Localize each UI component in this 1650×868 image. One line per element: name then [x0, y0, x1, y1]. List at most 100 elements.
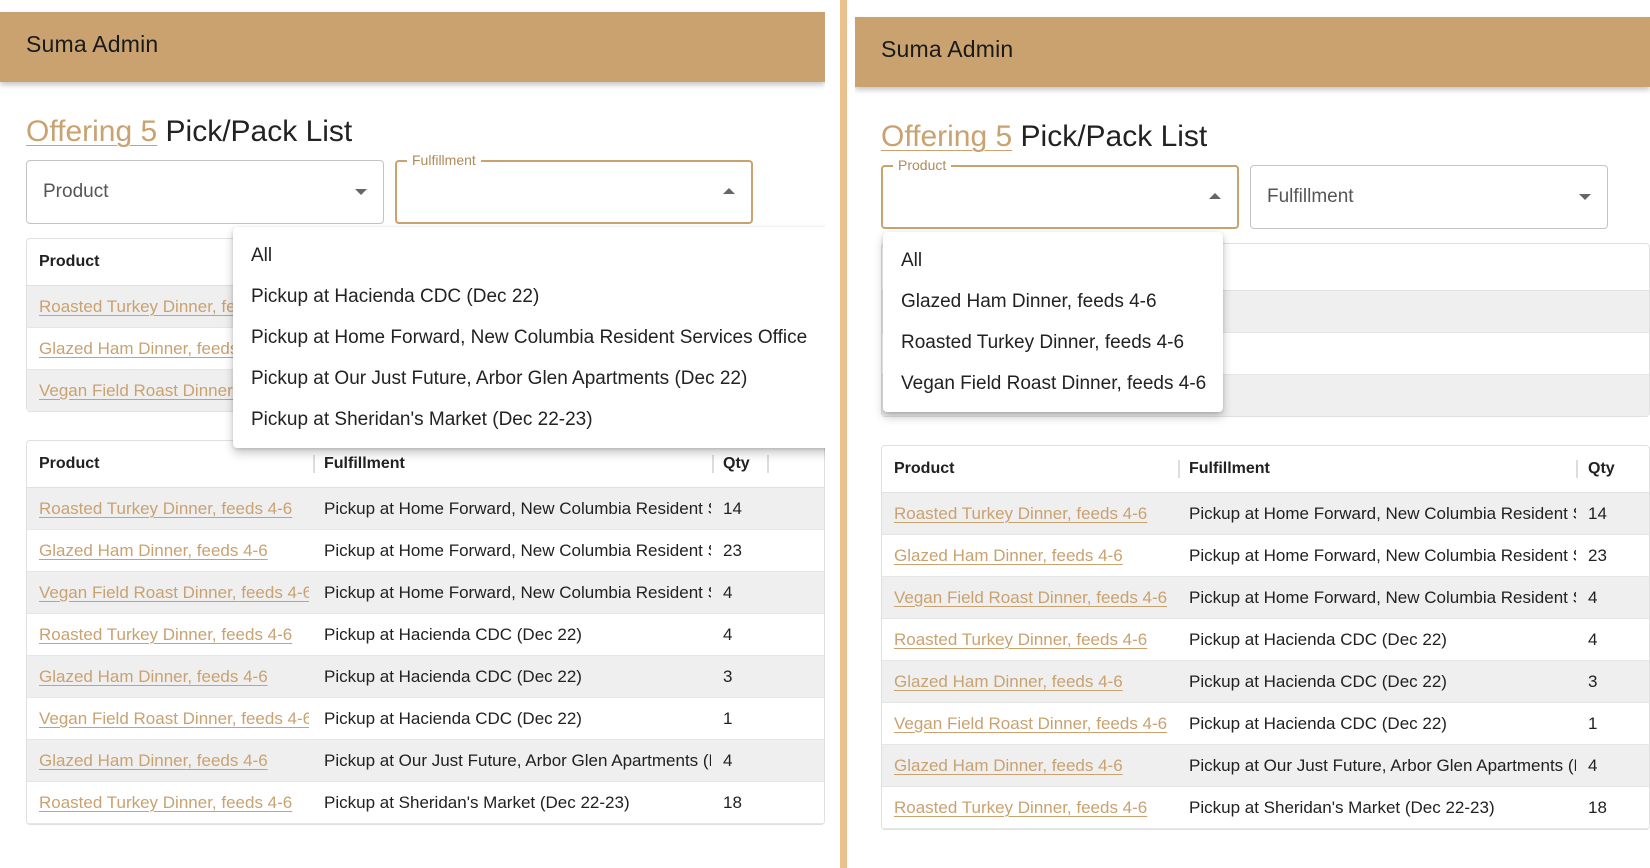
- column-header-qty[interactable]: Qty: [723, 455, 750, 473]
- chevron-up-icon: [723, 188, 735, 194]
- menu-item-glazed-ham[interactable]: Glazed Ham Dinner, feeds 4-6: [883, 281, 1223, 322]
- table-row[interactable]: Glazed Ham Dinner, feeds 4-6 Pickup at Ha…: [27, 656, 824, 698]
- fulfillment-select[interactable]: Fulfillment: [395, 152, 753, 224]
- table-row[interactable]: Roasted Turkey Dinner, feeds 4-6 Pickup a…: [882, 493, 1649, 535]
- page-title: Offering 5 Pick/Pack List: [881, 117, 1650, 157]
- product-link[interactable]: Vegan Field Roast Dinner, feeds 4-6: [39, 583, 309, 603]
- column-header-product[interactable]: Product: [894, 460, 954, 478]
- fulfillment-cell: Pickup at Our Just Future, Arbor Glen Ap…: [1189, 756, 1576, 775]
- fulfillment-cell: Pickup at Home Forward, New Columbia Res…: [1189, 546, 1576, 565]
- table-row[interactable]: Vegan Field Roast Dinner, feeds 4-6 Picku…: [27, 572, 824, 614]
- table-row[interactable]: Vegan Field Roast Dinner, feeds 4-6 Picku…: [882, 577, 1649, 619]
- product-link[interactable]: Glazed Ham Dinner, feeds 4-6: [894, 672, 1174, 692]
- fulfillment-cell: Pickup at Home Forward, New Columbia Res…: [324, 541, 711, 560]
- product-link[interactable]: Glazed Ham Dinner, feeds 4-6: [39, 751, 309, 771]
- main-content: Offering 5 Pick/Pack List Product Fulfil…: [881, 117, 1650, 830]
- menu-item-our-just-future[interactable]: Pickup at Our Just Future, Arbor Glen Ap…: [233, 358, 825, 399]
- offering-link[interactable]: Offering 5: [26, 115, 157, 148]
- filters: Product Fulfillment: [26, 152, 825, 226]
- table-row[interactable]: Roasted Turkey Dinner, feeds 4-6 Pickup a…: [882, 619, 1649, 661]
- product-link[interactable]: Glazed Ham Dinner, feeds: [39, 339, 238, 359]
- column-header-product[interactable]: Product: [39, 253, 99, 271]
- product-select[interactable]: Product: [26, 160, 384, 224]
- fulfillment-cell: Pickup at Hacienda CDC (Dec 22): [1189, 672, 1447, 691]
- qty-cell: 14: [1588, 504, 1607, 523]
- column-header-product[interactable]: Product: [39, 455, 99, 473]
- qty-cell: 4: [723, 625, 733, 644]
- product-link[interactable]: Glazed Ham Dinner, feeds 4-6: [894, 756, 1174, 776]
- table-row[interactable]: Roasted Turkey Dinner, feeds 4-6 Pickup a…: [27, 614, 824, 656]
- product-link[interactable]: Roasted Turkey Dinner, feeds 4-6: [39, 625, 309, 645]
- fulfillment-cell: Pickup at Sheridan's Market (Dec 22-23): [324, 793, 630, 812]
- menu-item-all[interactable]: All: [883, 240, 1223, 281]
- panel-divider: [840, 0, 847, 868]
- product-link[interactable]: Roasted Turkey Dinner, feeds 4-6: [894, 630, 1174, 650]
- table-row[interactable]: Roasted Turkey Dinner, feeds 4-6 Pickup a…: [27, 488, 824, 530]
- product-link[interactable]: Glazed Ham Dinner, feeds 4-6: [39, 541, 309, 561]
- qty-cell: 4: [1588, 630, 1598, 649]
- column-separator[interactable]: [712, 455, 714, 473]
- panel-right: Suma Admin Offering 5 Pick/Pack List Pro…: [855, 0, 1650, 868]
- fulfillment-dropdown-menu: All Pickup at Hacienda CDC (Dec 22) Pick…: [233, 227, 825, 448]
- qty-cell: 14: [723, 499, 742, 518]
- app-header: Suma Admin: [855, 17, 1650, 87]
- fulfillment-select-value: Fulfillment: [1267, 186, 1354, 207]
- table-row[interactable]: Roasted Turkey Dinner, feeds 4-6 Pickup a…: [27, 782, 824, 824]
- pick-pack-table: Product Fulfillment Qty Roasted Turkey D…: [26, 440, 825, 825]
- column-separator[interactable]: [1178, 460, 1180, 478]
- table-row[interactable]: Glazed Ham Dinner, feeds 4-6 Pickup at Ho…: [27, 530, 824, 572]
- qty-cell: 3: [723, 667, 733, 686]
- qty-cell: 4: [723, 751, 733, 770]
- qty-cell: 1: [723, 709, 733, 728]
- fulfillment-cell: Pickup at Hacienda CDC (Dec 22): [1189, 714, 1447, 733]
- fulfillment-cell: Pickup at Home Forward, New Columbia Res…: [324, 499, 711, 518]
- menu-item-vegan-field-roast[interactable]: Vegan Field Roast Dinner, feeds 4-6: [883, 363, 1223, 404]
- fulfillment-select[interactable]: Fulfillment: [1250, 165, 1608, 229]
- product-link[interactable]: Vegan Field Roast Dinner, feeds 4-6: [39, 709, 309, 729]
- product-link[interactable]: Vegan Field Roast Dinner,: [39, 381, 237, 401]
- page-title-text: Pick/Pack List: [157, 115, 353, 148]
- table-row[interactable]: Roasted Turkey Dinner, feeds 4-6 Pickup a…: [882, 787, 1649, 829]
- column-separator[interactable]: [313, 455, 315, 473]
- chevron-up-icon: [1209, 193, 1221, 199]
- product-link[interactable]: Glazed Ham Dinner, feeds 4-6: [894, 546, 1174, 566]
- column-header-fulfillment[interactable]: Fulfillment: [324, 455, 405, 473]
- product-link[interactable]: Roasted Turkey Dinner, fe: [39, 297, 236, 317]
- fulfillment-cell: Pickup at Home Forward, New Columbia Res…: [1189, 504, 1576, 523]
- product-select-value: Product: [43, 181, 109, 202]
- menu-item-all[interactable]: All: [233, 235, 825, 276]
- column-separator[interactable]: [1576, 460, 1578, 478]
- column-header-qty[interactable]: Qty: [1588, 460, 1615, 478]
- table-row[interactable]: Glazed Ham Dinner, feeds 4-6 Pickup at Ha…: [882, 661, 1649, 703]
- column-separator[interactable]: [767, 455, 769, 473]
- menu-item-hacienda[interactable]: Pickup at Hacienda CDC (Dec 22): [233, 276, 825, 317]
- table-row[interactable]: Glazed Ham Dinner, feeds 4-6 Pickup at Ho…: [882, 535, 1649, 577]
- product-link[interactable]: Roasted Turkey Dinner, feeds 4-6: [39, 499, 309, 519]
- table-row[interactable]: Vegan Field Roast Dinner, feeds 4-6 Picku…: [27, 698, 824, 740]
- filters: Product Fulfillment: [881, 157, 1650, 231]
- product-link[interactable]: Glazed Ham Dinner, feeds 4-6: [39, 667, 309, 687]
- chevron-down-icon: [355, 189, 367, 195]
- menu-item-roasted-turkey[interactable]: Roasted Turkey Dinner, feeds 4-6: [883, 322, 1223, 363]
- offering-link[interactable]: Offering 5: [881, 120, 1012, 153]
- fulfillment-cell: Pickup at Sheridan's Market (Dec 22-23): [1189, 798, 1495, 817]
- qty-cell: 4: [1588, 588, 1598, 607]
- table-row[interactable]: Glazed Ham Dinner, feeds 4-6 Pickup at Ou…: [882, 745, 1649, 787]
- fulfillment-cell: Pickup at Hacienda CDC (Dec 22): [1189, 630, 1447, 649]
- product-link[interactable]: Vegan Field Roast Dinner, feeds 4-6: [894, 588, 1174, 608]
- qty-cell: 18: [723, 793, 742, 812]
- table-row[interactable]: Glazed Ham Dinner, feeds 4-6 Pickup at Ou…: [27, 740, 824, 782]
- product-link[interactable]: Roasted Turkey Dinner, feeds 4-6: [39, 793, 309, 813]
- menu-item-sheridans[interactable]: Pickup at Sheridan's Market (Dec 22-23): [233, 399, 825, 440]
- fulfillment-cell: Pickup at Our Just Future, Arbor Glen Ap…: [324, 751, 711, 770]
- qty-cell: 23: [1588, 546, 1607, 565]
- product-link[interactable]: Vegan Field Roast Dinner, feeds 4-6: [894, 714, 1174, 734]
- table-row[interactable]: Vegan Field Roast Dinner, feeds 4-6 Picku…: [882, 703, 1649, 745]
- menu-item-home-forward[interactable]: Pickup at Home Forward, New Columbia Res…: [233, 317, 825, 358]
- app-header: Suma Admin: [0, 12, 825, 82]
- product-select[interactable]: Product: [881, 157, 1239, 229]
- product-link[interactable]: Roasted Turkey Dinner, feeds 4-6: [894, 798, 1174, 818]
- column-header-fulfillment[interactable]: Fulfillment: [1189, 460, 1270, 478]
- panel-left: Suma Admin Offering 5 Pick/Pack List Pro…: [0, 0, 825, 868]
- product-link[interactable]: Roasted Turkey Dinner, feeds 4-6: [894, 504, 1174, 524]
